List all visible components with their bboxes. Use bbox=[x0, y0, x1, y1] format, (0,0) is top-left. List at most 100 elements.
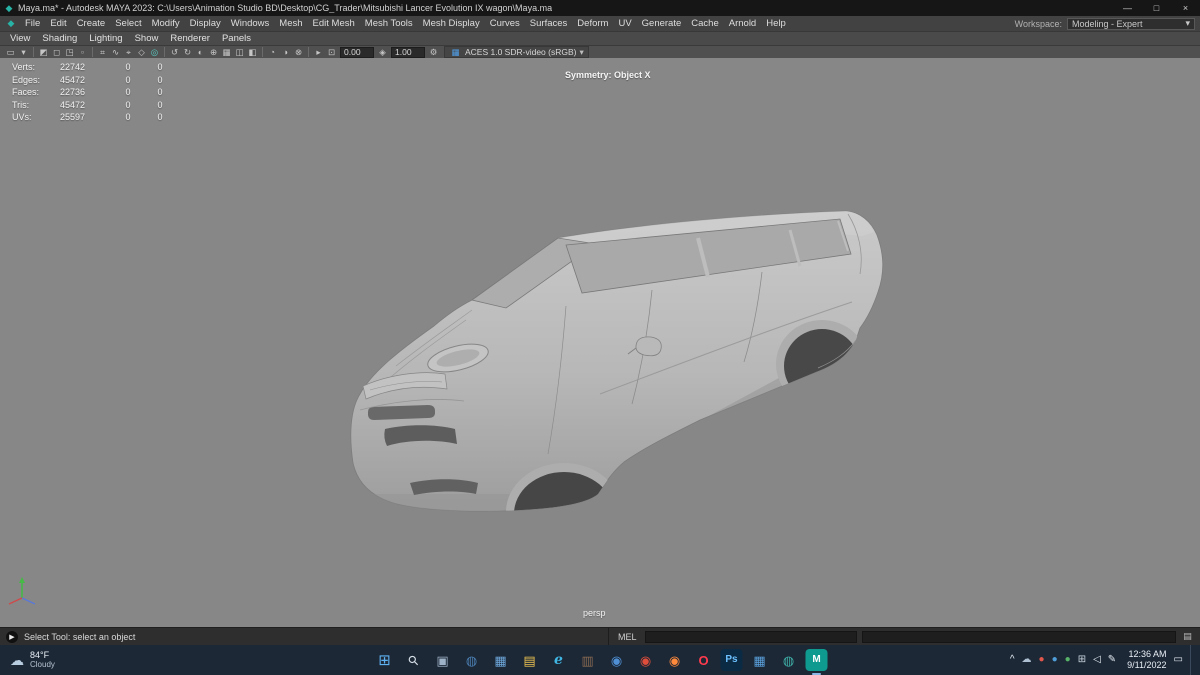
volume-icon[interactable]: ◁ bbox=[1093, 655, 1101, 665]
render-frame-icon[interactable]: ◔ bbox=[266, 46, 279, 58]
tray-app-blue-icon[interactable]: ● bbox=[1052, 655, 1058, 665]
menu-help[interactable]: Help bbox=[761, 18, 791, 29]
wireframe-toggle-icon[interactable]: ◫ bbox=[233, 46, 246, 58]
show-desktop-button[interactable] bbox=[1190, 645, 1194, 675]
start-button[interactable]: ⊞ bbox=[373, 648, 397, 672]
notification-icon[interactable]: ▭ bbox=[1174, 655, 1183, 665]
minimize-button[interactable]: — bbox=[1113, 0, 1142, 16]
divider bbox=[92, 47, 93, 57]
tray-app-red-icon[interactable]: ● bbox=[1039, 655, 1045, 665]
menu-create[interactable]: Create bbox=[72, 18, 111, 29]
opera-browser[interactable]: O bbox=[692, 648, 716, 672]
menu-surfaces[interactable]: Surfaces bbox=[525, 18, 573, 29]
workspace-value: Modeling - Expert bbox=[1072, 18, 1143, 29]
menu-select[interactable]: Select bbox=[110, 18, 146, 29]
chevron-down-icon[interactable]: ▾ bbox=[17, 46, 30, 58]
expand-arrow-icon[interactable]: ▸ bbox=[312, 46, 325, 58]
onedrive-tray-icon[interactable]: ☁ bbox=[1022, 655, 1032, 665]
weather-widget[interactable]: ☁ 84°F Cloudy bbox=[0, 650, 65, 670]
edge-browser[interactable]: e bbox=[547, 648, 571, 672]
menu-generate[interactable]: Generate bbox=[637, 18, 687, 29]
panel-menu-view[interactable]: View bbox=[4, 33, 36, 44]
search-button[interactable]: ⚲ bbox=[402, 648, 426, 672]
task-view-button[interactable]: ▣ bbox=[431, 648, 455, 672]
ipr-render-icon[interactable]: ◑ bbox=[279, 46, 292, 58]
tray-chevron-icon[interactable]: ^ bbox=[1010, 655, 1015, 665]
tray-app-green-icon[interactable]: ● bbox=[1065, 655, 1071, 665]
command-result-field[interactable] bbox=[861, 630, 1176, 643]
photoshop-app[interactable]: Ps bbox=[720, 649, 743, 671]
settings-gear-icon[interactable]: ⚙ bbox=[427, 46, 440, 58]
workspace-dropdown[interactable]: Modeling - Expert ▾ bbox=[1067, 17, 1195, 30]
panel-menu-lighting[interactable]: Lighting bbox=[83, 33, 128, 44]
panel-menu-renderer[interactable]: Renderer bbox=[164, 33, 216, 44]
select-hierarchy-icon[interactable]: ◩ bbox=[37, 46, 50, 58]
menu-curves[interactable]: Curves bbox=[485, 18, 525, 29]
menu-uv[interactable]: UV bbox=[613, 18, 636, 29]
edge-dev-browser[interactable]: ◉ bbox=[605, 648, 629, 672]
menu-mesh-display[interactable]: Mesh Display bbox=[418, 18, 485, 29]
select-object-icon[interactable]: ◻ bbox=[50, 46, 63, 58]
select-component-icon[interactable]: ◳ bbox=[63, 46, 76, 58]
close-button[interactable]: × bbox=[1171, 0, 1200, 16]
snap-point-icon[interactable]: ⌖ bbox=[122, 46, 135, 58]
chrome-icon: ◉ bbox=[639, 652, 652, 668]
selection-mask-mode-icon[interactable]: ▭ bbox=[4, 46, 17, 58]
menu-display[interactable]: Display bbox=[185, 18, 226, 29]
render-settings-icon[interactable]: ⊗ bbox=[292, 46, 305, 58]
panel-menu-show[interactable]: Show bbox=[129, 33, 165, 44]
select-mask-icon[interactable]: ▫ bbox=[76, 46, 89, 58]
shade-toggle-icon[interactable]: ◧ bbox=[246, 46, 259, 58]
soft-select-icon[interactable]: ⊡ bbox=[325, 46, 338, 58]
notepad-app[interactable]: ▥ bbox=[576, 648, 600, 672]
touch-keyboard-icon[interactable]: ⊞ bbox=[1078, 655, 1086, 665]
clock[interactable]: 12:36 AM 9/11/2022 bbox=[1123, 649, 1166, 671]
menu-mesh-tools[interactable]: Mesh Tools bbox=[360, 18, 418, 29]
menu-deform[interactable]: Deform bbox=[572, 18, 613, 29]
colorspace-dropdown[interactable]: ▦ ACES 1.0 SDR-video (sRGB) ▾ bbox=[444, 46, 589, 58]
falloff-icon[interactable]: ◈ bbox=[376, 46, 389, 58]
menu-file[interactable]: File bbox=[20, 18, 45, 29]
snap-curve-icon[interactable]: ∿ bbox=[109, 46, 122, 58]
menu-arnold[interactable]: Arnold bbox=[724, 18, 761, 29]
store-app[interactable]: ▦ bbox=[489, 648, 513, 672]
history-redo-icon[interactable]: ↻ bbox=[181, 46, 194, 58]
snap-grid-icon[interactable]: ⌗ bbox=[96, 46, 109, 58]
chrome-browser[interactable]: ◉ bbox=[634, 648, 658, 672]
snap-plane-icon[interactable]: ◇ bbox=[135, 46, 148, 58]
menu-windows[interactable]: Windows bbox=[226, 18, 275, 29]
file-explorer[interactable]: ▤ bbox=[518, 648, 542, 672]
translate-value-input[interactable] bbox=[340, 46, 374, 58]
mel-language-button[interactable]: MEL bbox=[615, 632, 640, 642]
texture-toggle-icon[interactable]: ▦ bbox=[220, 46, 233, 58]
mel-command-input[interactable] bbox=[644, 630, 857, 643]
menu-cache[interactable]: Cache bbox=[686, 18, 723, 29]
symmetry-toggle-icon[interactable]: ◐ bbox=[194, 46, 207, 58]
menu-modify[interactable]: Modify bbox=[147, 18, 185, 29]
highlight-toggle-icon[interactable]: ⊕ bbox=[207, 46, 220, 58]
viewport[interactable]: Verts: 22742 0 0 Edges: 45472 0 0 Faces:… bbox=[0, 58, 1200, 627]
car-mesh[interactable] bbox=[345, 210, 884, 561]
make-live-icon[interactable]: ◎ bbox=[148, 46, 161, 58]
media-app[interactable]: ◍ bbox=[777, 648, 801, 672]
firefox-browser[interactable]: ◉ bbox=[663, 648, 687, 672]
pen-icon[interactable]: ✎ bbox=[1108, 655, 1116, 665]
scale-value-input[interactable] bbox=[391, 46, 425, 58]
menu-edit[interactable]: Edit bbox=[45, 18, 71, 29]
settings-app[interactable]: ▦ bbox=[748, 648, 772, 672]
status-line: ▭ ▾ ◩ ◻ ◳ ▫ ⌗ ∿ ⌖ ◇ ◎ ↺ ↻ ◐ ⊕ ▦ ◫ ◧ ◔ ◑ … bbox=[0, 45, 1200, 58]
hud-row-tris: Tris: 45472 0 0 bbox=[12, 99, 180, 112]
menu-mesh[interactable]: Mesh bbox=[274, 18, 307, 29]
menu-edit-mesh[interactable]: Edit Mesh bbox=[308, 18, 360, 29]
maya-app[interactable]: M bbox=[805, 649, 828, 675]
chevron-down-icon: ▾ bbox=[1185, 18, 1190, 28]
history-undo-icon[interactable]: ↺ bbox=[168, 46, 181, 58]
panel-menu-shading[interactable]: Shading bbox=[36, 33, 83, 44]
restore-button[interactable]: □ bbox=[1142, 0, 1171, 16]
chat-app[interactable]: ◍ bbox=[460, 648, 484, 672]
search-icon: ⚲ bbox=[404, 651, 423, 669]
task-view-icon: ▣ bbox=[436, 652, 449, 668]
panel-menu-panels[interactable]: Panels bbox=[216, 33, 257, 44]
viewport-canvas[interactable] bbox=[0, 58, 1200, 627]
script-editor-icon[interactable]: ▤ bbox=[1181, 631, 1194, 642]
